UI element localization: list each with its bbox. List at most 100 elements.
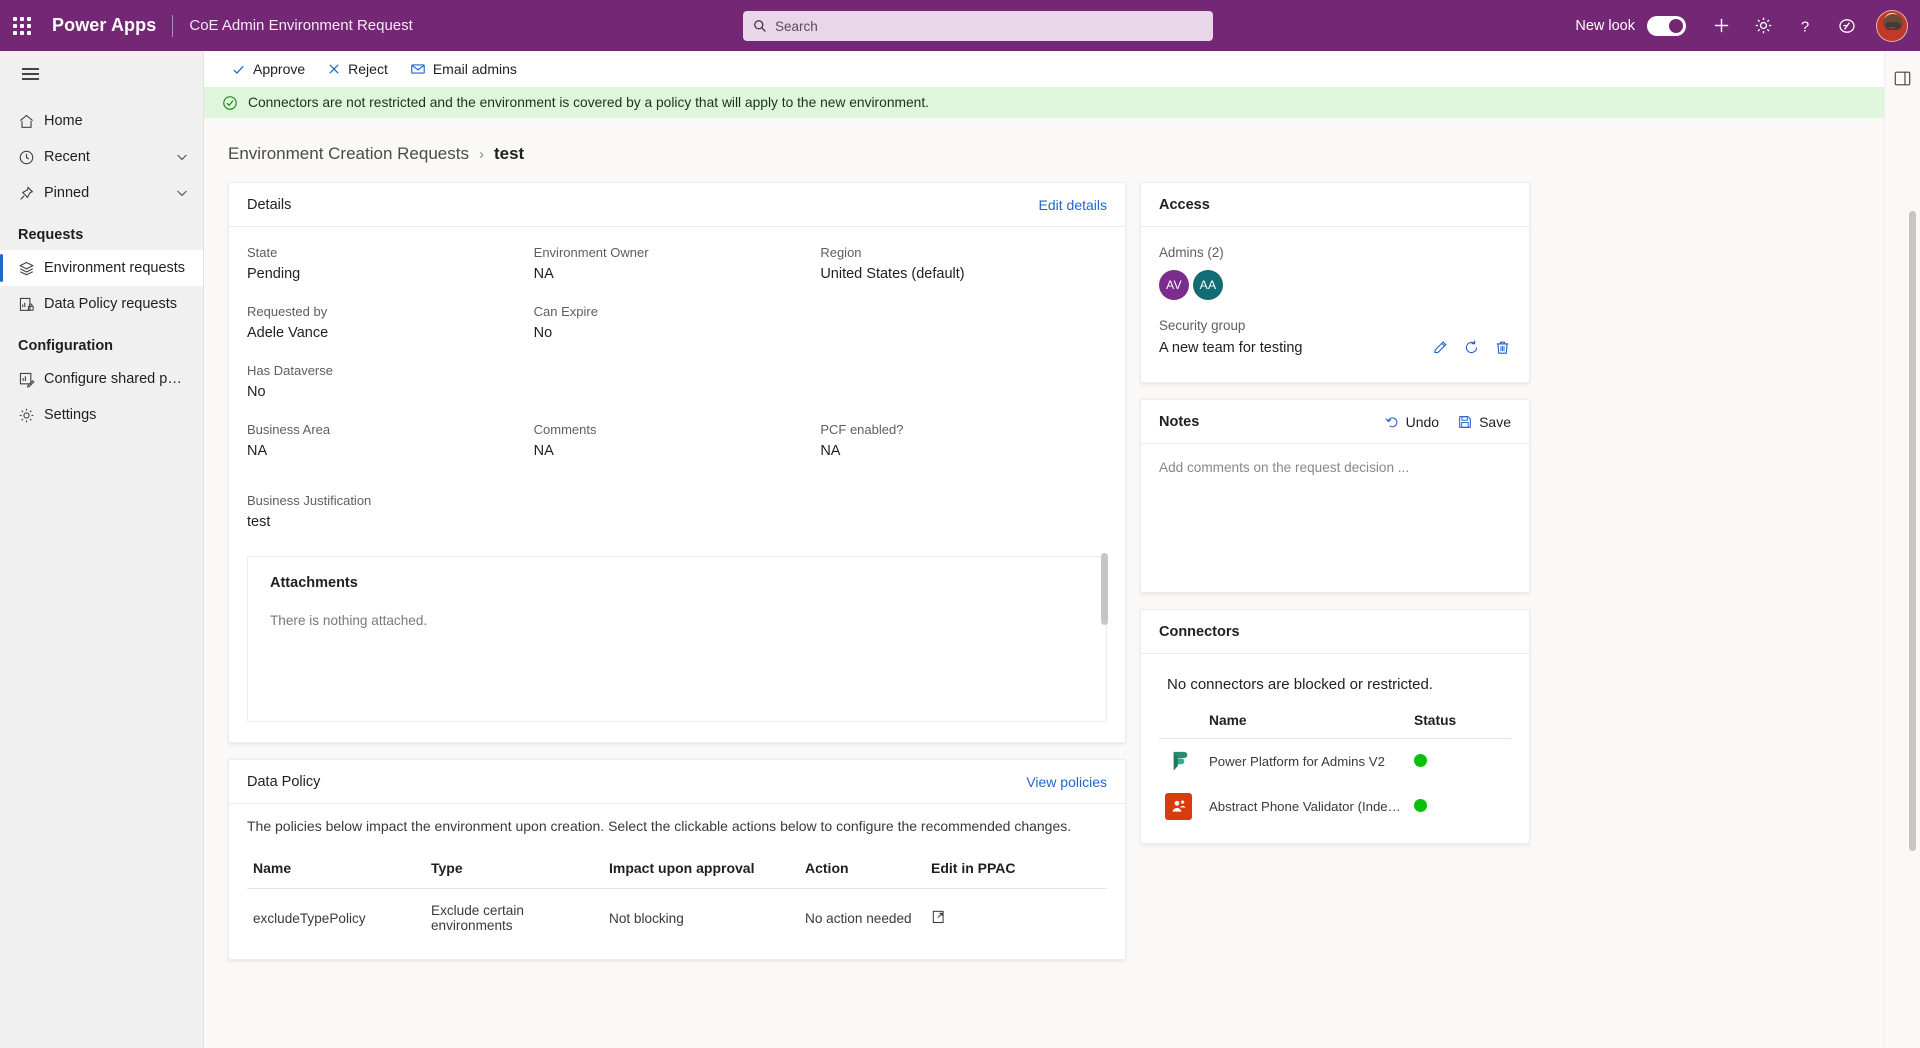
- search-icon: [754, 20, 766, 32]
- gear-icon: [18, 407, 44, 424]
- field-business-area: Business Area NA: [247, 422, 534, 459]
- undo-button[interactable]: Undo: [1384, 414, 1439, 430]
- field-label: Business Justification: [247, 493, 372, 508]
- field-label: Region: [820, 245, 862, 260]
- view-policies-link[interactable]: View policies: [1026, 774, 1107, 790]
- column-header-action[interactable]: Action: [799, 852, 925, 889]
- power-platform-icon: [1165, 748, 1192, 775]
- sidebar-item-label: Settings: [44, 407, 97, 424]
- attachments-scrollbar[interactable]: [1101, 553, 1108, 625]
- cell-connector-name: Power Platform for Admins V2: [1209, 754, 1385, 769]
- data-policy-description: The policies below impact the environmen…: [247, 818, 1072, 834]
- details-card-header: Details Edit details: [229, 183, 1125, 227]
- field-region: Region United States (default): [820, 245, 1107, 282]
- cell-policy-type: Exclude certain environments: [431, 903, 524, 933]
- pin-icon: [18, 185, 44, 202]
- field-value: NA: [533, 266, 554, 282]
- table-row[interactable]: Power Platform for Admins V2: [1159, 739, 1511, 785]
- field-label: Has Dataverse: [247, 363, 333, 378]
- attachments-empty-message: There is nothing attached.: [270, 613, 428, 628]
- column-header-type[interactable]: Type: [425, 852, 603, 889]
- copilot-icon: [1839, 18, 1855, 33]
- sidebar-item-recent[interactable]: Recent: [0, 139, 203, 175]
- breadcrumb-parent-link[interactable]: Environment Creation Requests: [228, 144, 469, 164]
- cell-policy-name: excludeTypePolicy: [253, 910, 366, 926]
- field-value: Adele Vance: [247, 325, 329, 341]
- brand-title[interactable]: Power Apps: [52, 15, 156, 36]
- refresh-icon[interactable]: [1463, 339, 1480, 356]
- field-value: NA: [533, 443, 554, 459]
- success-check-circle-icon: [222, 95, 238, 111]
- column-header-impact[interactable]: Impact upon approval: [603, 852, 799, 889]
- open-in-new-icon[interactable]: [931, 910, 947, 928]
- details-field-grid: State Pending Environment Owner NA Regio…: [247, 245, 1107, 459]
- sidebar-item-pinned[interactable]: Pinned: [0, 175, 203, 211]
- delete-icon[interactable]: [1494, 339, 1511, 356]
- avatar[interactable]: AA: [1193, 270, 1223, 300]
- sidebar-item-configure-shared-policies[interactable]: Configure shared pol...: [0, 361, 203, 397]
- field-label: Environment Owner: [533, 245, 649, 260]
- save-button[interactable]: Save: [1457, 414, 1511, 430]
- cell-connector-status: [1408, 784, 1511, 829]
- person-icon: [1165, 793, 1192, 820]
- admins-label: Admins (2): [1159, 245, 1224, 260]
- field-label: PCF enabled?: [820, 422, 904, 437]
- admin-avatars: AV AA: [1159, 270, 1511, 300]
- avatar[interactable]: AV: [1159, 270, 1189, 300]
- field-pcf-enabled: PCF enabled? NA: [820, 422, 1107, 459]
- data-policy-table-wrapper: Name Type Impact upon approval Action Ed…: [229, 852, 1125, 959]
- notes-card-header: Notes Undo Save: [1141, 400, 1529, 444]
- copilot-button[interactable]: [1828, 7, 1866, 45]
- nav-group-title-requests: Requests: [18, 227, 84, 244]
- new-look-toggle[interactable]: [1647, 15, 1686, 36]
- edit-details-link[interactable]: Edit details: [1039, 197, 1107, 213]
- reject-button[interactable]: Reject: [318, 54, 397, 84]
- field-spacer: [534, 363, 821, 400]
- search-box[interactable]: [743, 11, 1213, 41]
- settings-button[interactable]: [1744, 7, 1782, 45]
- page-scrollbar[interactable]: [1909, 211, 1916, 851]
- table-row[interactable]: Abstract Phone Validator (Indep...: [1159, 784, 1511, 829]
- email-admins-label: Email admins: [432, 61, 517, 77]
- sidebar-item-label: Pinned: [44, 185, 90, 202]
- search-input[interactable]: [775, 18, 1203, 34]
- add-button[interactable]: [1702, 7, 1740, 45]
- column-header-name[interactable]: Name: [1203, 709, 1408, 739]
- field-business-justification: Business Justification test: [247, 493, 1107, 530]
- edit-icon[interactable]: [1432, 339, 1449, 356]
- help-button[interactable]: ?: [1786, 7, 1824, 45]
- approve-button[interactable]: Approve: [222, 54, 314, 84]
- sidebar-item-data-policy-requests[interactable]: Data Policy requests: [0, 286, 203, 322]
- notes-textarea[interactable]: Add comments on the request decision ...: [1141, 444, 1529, 592]
- nav-collapse-button[interactable]: [0, 51, 203, 93]
- column-header-status[interactable]: Status: [1408, 709, 1511, 739]
- sidebar-item-home[interactable]: Home: [0, 103, 203, 139]
- data-policy-title: Data Policy: [247, 773, 321, 790]
- cell-connector-status: [1408, 739, 1511, 785]
- undo-icon: [1384, 414, 1400, 430]
- field-value: No: [533, 325, 553, 341]
- access-card: Access Admins (2) AV AA Security group A…: [1140, 182, 1530, 383]
- email-admins-button[interactable]: Email admins: [401, 54, 526, 84]
- brand-divider: [172, 14, 174, 37]
- attachments-panel: Attachments There is nothing attached.: [247, 553, 1108, 722]
- sidebar-item-environment-requests[interactable]: Environment requests: [0, 250, 203, 287]
- column-header-name[interactable]: Name: [247, 852, 425, 889]
- cell-edit-in-ppac[interactable]: [925, 889, 1107, 948]
- chevron-down-icon[interactable]: [175, 186, 189, 200]
- svg-text:?: ?: [1801, 18, 1809, 35]
- chevron-down-icon[interactable]: [175, 150, 189, 164]
- column-header-edit-in-ppac[interactable]: Edit in PPAC: [925, 852, 1107, 889]
- command-bar: Approve Reject Email admins: [204, 51, 1884, 87]
- sidebar-item-settings[interactable]: Settings: [0, 397, 203, 433]
- panel-toggle-button[interactable]: [1888, 63, 1918, 93]
- right-rail: [1884, 51, 1920, 1048]
- user-avatar[interactable]: [1876, 9, 1908, 42]
- hamburger-icon-line: [22, 68, 39, 70]
- content-columns: Details Edit details State Pending Envir…: [204, 182, 1884, 976]
- connectors-message: No connectors are blocked or restricted.: [1167, 676, 1433, 693]
- table-row[interactable]: excludeTypePolicy Exclude certain enviro…: [247, 889, 1107, 948]
- app-launcher-button[interactable]: [0, 0, 44, 51]
- plus-icon: [1714, 18, 1728, 33]
- field-value: test: [247, 514, 271, 530]
